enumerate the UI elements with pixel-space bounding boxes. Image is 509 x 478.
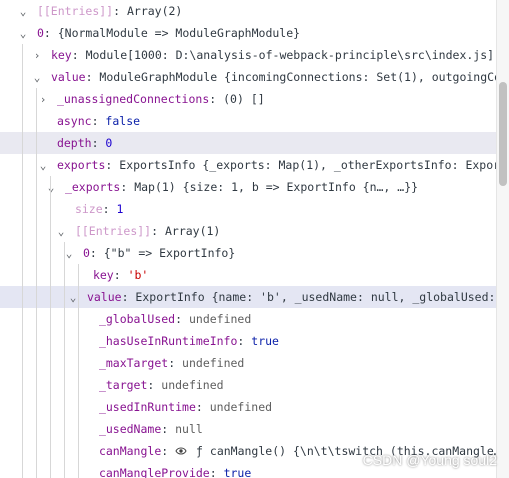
tree-row-exports-map[interactable]: ⌄ _exports: Map(1) {size: 1, b => Export… (0, 176, 497, 198)
chevron-down-icon[interactable]: ⌄ (16, 1, 30, 22)
row-key: _globalUsed (98, 312, 176, 326)
row-key: exports (56, 158, 106, 172)
row-sep: : (113, 4, 127, 18)
chevron-right-icon[interactable]: › (30, 45, 44, 66)
row-key: depth (56, 136, 92, 150)
tree-row-exports[interactable]: ⌄ exports: ExportsInfo {_exports: Map(1)… (0, 154, 497, 176)
row-value: undefined (209, 400, 273, 414)
row-value: 0 (105, 136, 113, 150)
tree-row-unassigned-connections[interactable]: › _unassignedConnections: (0) [] (0, 88, 497, 110)
chevron-down-icon[interactable]: ⌄ (16, 23, 30, 44)
row-value: {"b" => ExportInfo} (103, 246, 236, 260)
row-value: undefined (182, 356, 245, 370)
row-value: ExportsInfo {_exports: Map(1), _otherExp… (119, 158, 497, 172)
row-value: 'b' (127, 268, 149, 282)
tree-row-entry-value[interactable]: ⌄ value: ExportInfo {name: 'b', _usedNam… (0, 286, 497, 308)
row-key: _usedName (98, 422, 162, 436)
chevron-right-icon[interactable]: › (36, 89, 50, 110)
tree-row-map-entry-0[interactable]: ⌄ 0: {"b" => ExportInfo} (0, 242, 497, 264)
tree-row-size[interactable]: › size: 1 (0, 198, 497, 220)
row-key: canMangleProvide (98, 466, 210, 478)
row-key: _usedInRuntime (98, 400, 196, 414)
row-key: async (56, 114, 92, 128)
chevron-down-icon[interactable]: ⌄ (54, 221, 68, 242)
row-value: Module[1000: D:\analysis-of-webpack-prin… (85, 48, 495, 62)
row-value: undefined (161, 378, 224, 392)
watermark: CSDN @Young soul2 (362, 452, 497, 468)
row-key: _exports (64, 180, 121, 194)
row-key: _target (98, 378, 148, 392)
tree-row-depth[interactable]: › depth: 0 (0, 132, 497, 154)
tree-row-used-name[interactable]: › _usedName: null (0, 418, 497, 440)
scrollbar-thumb[interactable] (499, 82, 507, 186)
row-key: key (92, 268, 114, 282)
row-value: true (223, 466, 252, 478)
row-value: null (175, 422, 203, 436)
debugger-variables-tree: ⌄ [[Entries]]: Array(2) ⌄ 0: {NormalModu… (0, 0, 497, 478)
row-key: _hasUseInRuntimeInfo (98, 334, 238, 348)
tree-row-map-entries[interactable]: ⌄ [[Entries]]: Array(1) (0, 220, 497, 242)
tree-row-entry-0[interactable]: ⌄ 0: {NormalModule => ModuleGraphModule} (0, 22, 497, 44)
chevron-down-icon[interactable]: ⌄ (44, 177, 58, 198)
tree-row-used-in-runtime[interactable]: › _usedInRuntime: undefined (0, 396, 497, 418)
row-value: false (105, 114, 141, 128)
row-value: (0) [] (223, 92, 265, 106)
row-key: canMangle (98, 444, 162, 458)
tree-row-max-target[interactable]: › _maxTarget: undefined (0, 352, 497, 374)
row-value: Map(1) {size: 1, b => ExportInfo {n…, …}… (134, 180, 419, 194)
tree-row-key[interactable]: › key: Module[1000: D:\analysis-of-webpa… (0, 44, 497, 66)
row-value: Array(2) (126, 4, 183, 18)
row-key: 0 (82, 246, 90, 260)
tree-row-target[interactable]: › _target: undefined (0, 374, 497, 396)
tree-row-async[interactable]: › async: false (0, 110, 497, 132)
vertical-scrollbar[interactable] (496, 0, 509, 478)
row-value: ModuleGraphModule {incomingConnections: … (99, 70, 497, 84)
tree-row-entry-key[interactable]: › key: 'b' (0, 264, 497, 286)
row-key: 0 (36, 26, 44, 40)
row-key: _maxTarget (98, 356, 169, 370)
row-key: [[Entries]] (36, 4, 114, 18)
row-key: key (50, 48, 72, 62)
tree-row-entries[interactable]: ⌄ [[Entries]]: Array(2) (0, 0, 497, 22)
row-key: [[Entries]] (74, 224, 152, 238)
row-value: true (251, 334, 279, 348)
row-value: ExportInfo {name: 'b', _usedName: null, … (135, 290, 497, 304)
row-value: Array(1) (164, 224, 221, 238)
row-key: value (86, 290, 122, 304)
eye-icon[interactable] (175, 441, 189, 463)
tree-row-has-use-in-runtime-info[interactable]: › _hasUseInRuntimeInfo: true (0, 330, 497, 352)
row-key: size (74, 202, 103, 216)
row-key: value (50, 70, 86, 84)
row-value: {NormalModule => ModuleGraphModule} (57, 26, 301, 40)
tree-row-global-used[interactable]: › _globalUsed: undefined (0, 308, 497, 330)
row-value: undefined (188, 312, 252, 326)
chevron-down-icon[interactable]: ⌄ (30, 67, 44, 88)
tree-row-value[interactable]: ⌄ value: ModuleGraphModule {incomingConn… (0, 66, 497, 88)
row-key: _unassignedConnections (56, 92, 210, 106)
chevron-down-icon[interactable]: ⌄ (36, 155, 50, 176)
row-value: 1 (116, 202, 124, 216)
